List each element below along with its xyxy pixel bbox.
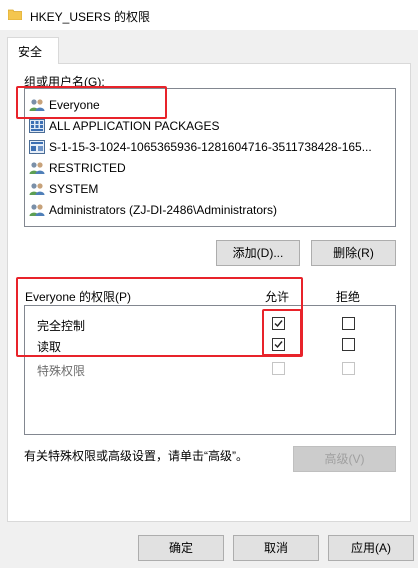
perm-row-special: 特殊权限	[25, 359, 395, 379]
add-button[interactable]: 添加(D)...	[216, 240, 300, 266]
list-item-restricted[interactable]: RESTRICTED	[29, 158, 393, 178]
highlight-everyone	[16, 86, 167, 119]
folder-icon	[8, 9, 22, 20]
list-item-label: S-1-15-3-1024-1065365936-1281604716-3511…	[49, 140, 372, 154]
highlight-permissions	[16, 277, 303, 357]
remove-button[interactable]: 删除(R)	[311, 240, 396, 266]
list-item-label: SYSTEM	[49, 182, 99, 196]
window-title: HKEY_USERS 的权限	[30, 10, 151, 24]
tab-security-label: 安全	[18, 45, 43, 59]
list-item-system[interactable]: SYSTEM	[29, 179, 393, 199]
users-icon	[29, 162, 45, 174]
apply-button[interactable]: 应用(A)	[328, 535, 414, 561]
perm-name: 特殊权限	[37, 364, 86, 378]
list-item-label: ALL APPLICATION PACKAGES	[49, 119, 220, 133]
advanced-note: 有关特殊权限或高级设置，请单击“高级”。	[24, 449, 248, 463]
cancel-button[interactable]: 取消	[233, 535, 319, 561]
users-icon	[29, 204, 45, 216]
deny-header: 拒绝	[336, 290, 361, 304]
allow-special-checkbox	[272, 362, 285, 375]
deny-special-checkbox	[342, 362, 355, 375]
packages-icon	[29, 119, 45, 133]
sid-icon	[29, 140, 45, 154]
list-item-administrators[interactable]: Administrators (ZJ-DI-2486\Administrator…	[29, 200, 393, 220]
deny-full-control-checkbox[interactable]	[342, 317, 355, 330]
users-icon	[29, 183, 45, 195]
advanced-button[interactable]: 高级(V)	[293, 446, 396, 472]
list-item-sid[interactable]: S-1-15-3-1024-1065365936-1281604716-3511…	[29, 137, 393, 157]
ok-button[interactable]: 确定	[138, 535, 224, 561]
list-item-all-application-packages[interactable]: ALL APPLICATION PACKAGES	[29, 116, 393, 136]
tab-security[interactable]: 安全	[7, 37, 59, 64]
deny-read-checkbox[interactable]	[342, 338, 355, 351]
list-item-label: RESTRICTED	[49, 161, 126, 175]
list-item-label: Administrators (ZJ-DI-2486\Administrator…	[49, 203, 278, 217]
title-bar: HKEY_USERS 的权限	[0, 0, 418, 30]
highlight-allow-column	[262, 309, 302, 356]
